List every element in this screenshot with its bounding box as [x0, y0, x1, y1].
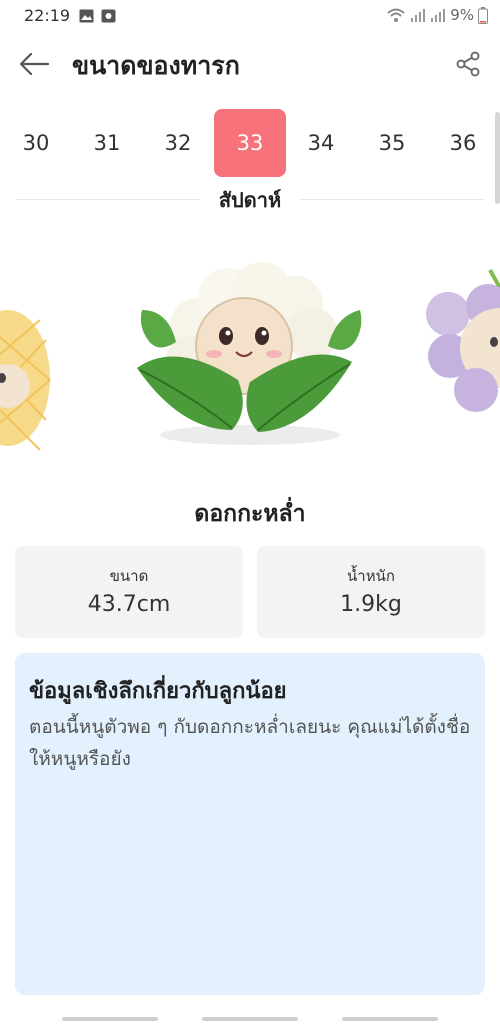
cauliflower-illustration[interactable] [137, 262, 362, 445]
back-arrow-icon[interactable] [16, 48, 52, 80]
insight-body: ตอนนี้หนูตัวพอ ๆ กับดอกกะหล่ำเลยนะ คุณแม… [29, 716, 471, 770]
week-item[interactable]: 34 [285, 109, 357, 177]
wifi-icon [387, 8, 405, 22]
week-unit-divider: สัปดาห์ [16, 184, 484, 214]
signal-icon [411, 9, 426, 22]
size-label: ขนาด [109, 567, 149, 585]
week-item[interactable]: 32 [142, 109, 214, 177]
status-bar: 22:19 9% [0, 0, 500, 34]
size-card: ขนาด 43.7cm [15, 546, 243, 638]
status-right: 9% [386, 6, 488, 24]
week-item[interactable]: 30 [0, 109, 72, 177]
week-item-selected[interactable]: 33 [214, 109, 286, 177]
week-item[interactable]: 31 [71, 109, 143, 177]
fruit-carousel[interactable] [0, 230, 500, 470]
weight-card: น้ำหนัก 1.9kg [257, 546, 485, 638]
share-icon[interactable] [454, 50, 482, 78]
status-time: 22:19 [24, 6, 71, 25]
battery-percent: 9% [450, 6, 474, 24]
camera-icon [101, 9, 116, 23]
weight-value: 1.9kg [340, 592, 402, 617]
weight-label: น้ำหนัก [347, 567, 395, 585]
baby-insight-panel: ข้อมูลเชิงลึกเกี่ยวกับลูกน้อย ตอนนี้หนูต… [15, 653, 485, 995]
battery-icon [478, 6, 488, 24]
nav-bar-home[interactable] [202, 1017, 298, 1021]
nav-bar-back[interactable] [342, 1017, 438, 1021]
scrollbar-thumb[interactable] [495, 112, 500, 204]
grape-illustration[interactable] [426, 269, 500, 412]
nav-bar-recent[interactable] [62, 1017, 158, 1021]
page-title: ขนาดของทารก [72, 51, 240, 80]
week-selector: 30 31 32 33 34 35 36 [0, 106, 500, 180]
week-item[interactable]: 35 [356, 109, 428, 177]
size-value: 43.7cm [87, 592, 171, 617]
week-item[interactable]: 36 [427, 109, 499, 177]
fruit-name: ดอกกะหล่ำ [194, 501, 306, 527]
insight-title: ข้อมูลเชิงลึกเกี่ยวกับลูกน้อย [29, 679, 287, 704]
signal-icon [431, 9, 446, 22]
pineapple-illustration[interactable] [0, 310, 51, 451]
app-header: ขนาดของทารก [0, 34, 500, 94]
gallery-icon [79, 9, 94, 23]
week-unit-label: สัปดาห์ [218, 188, 282, 212]
